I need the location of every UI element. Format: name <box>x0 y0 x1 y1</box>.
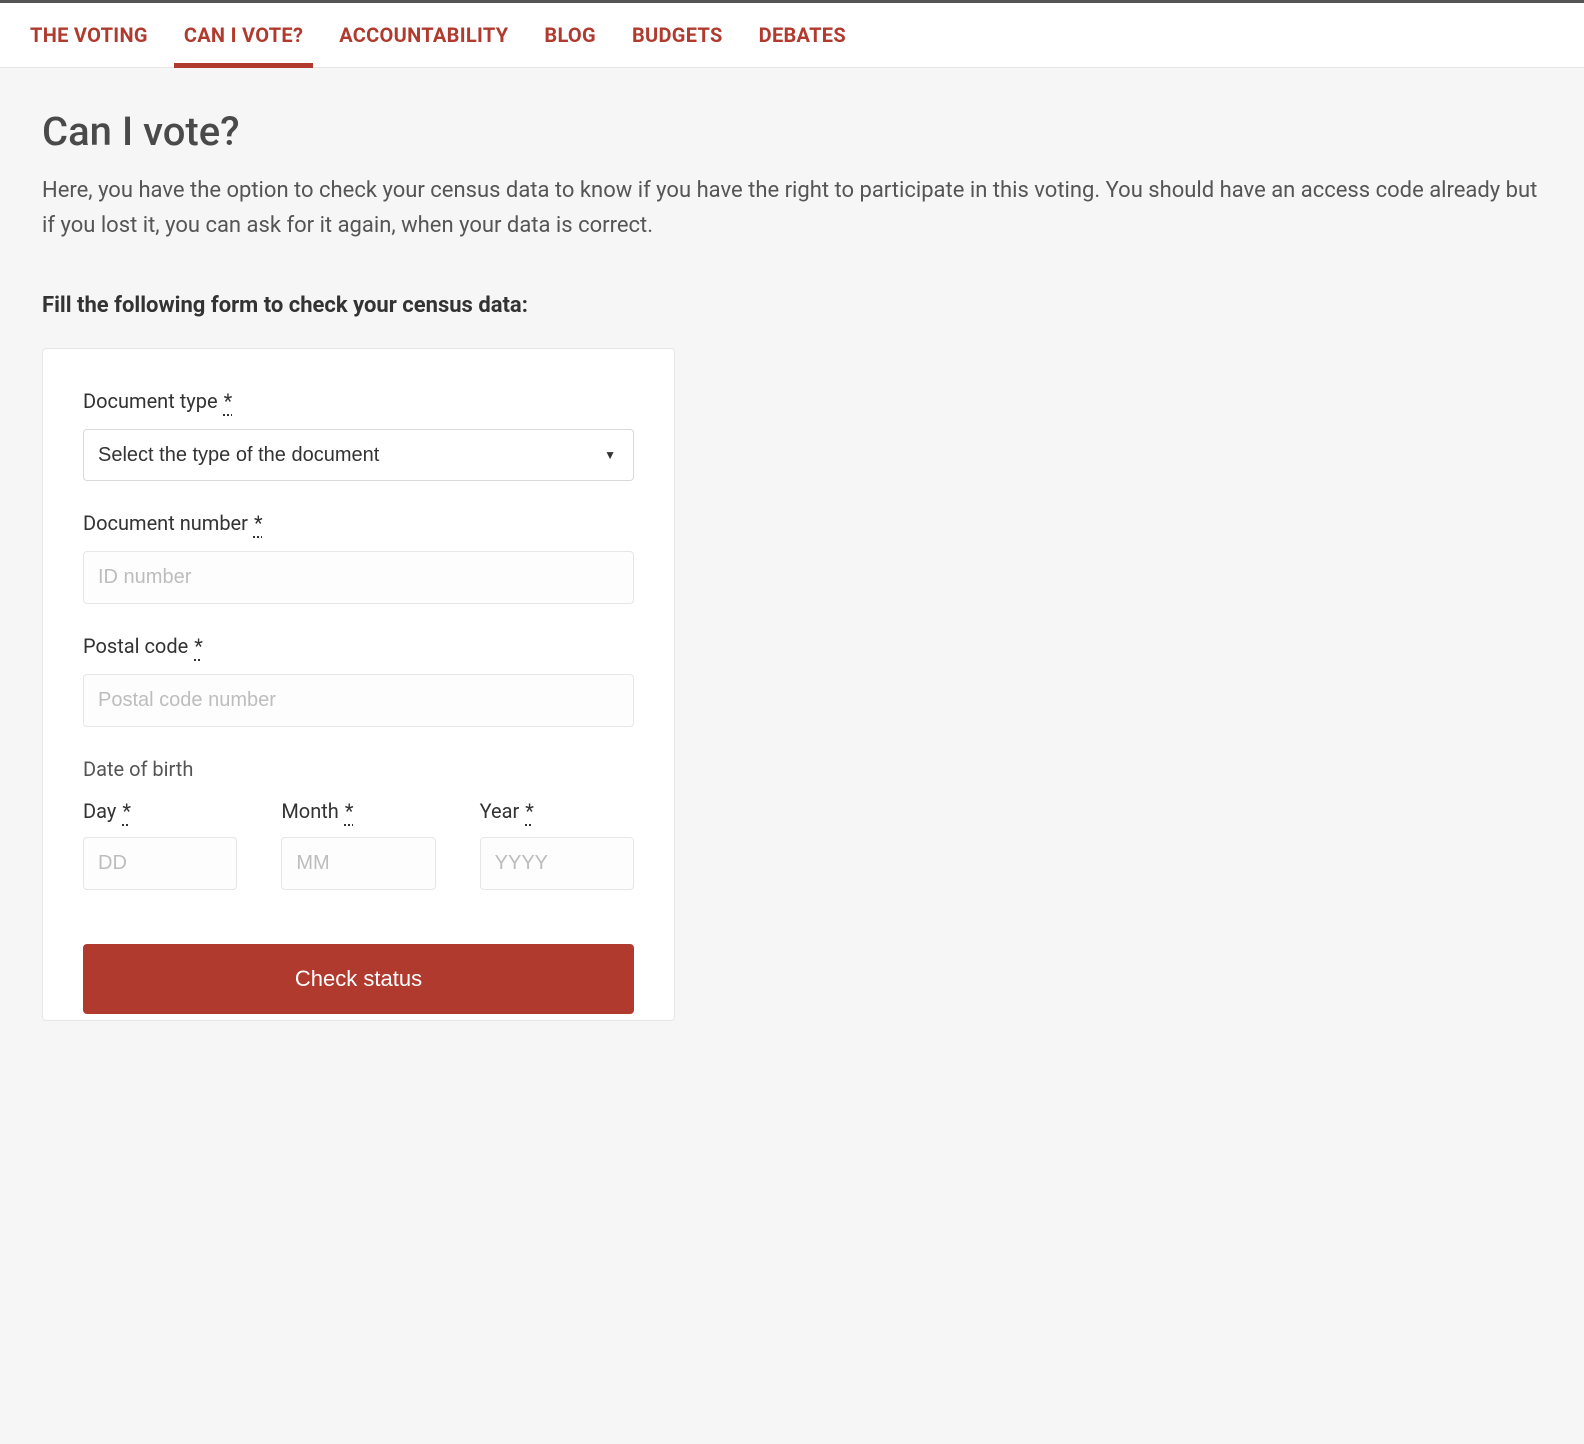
dob-month-label: Month* <box>281 799 435 823</box>
nav-can-i-vote[interactable]: CAN I VOTE? <box>184 3 303 67</box>
postal-code-input[interactable] <box>83 674 634 727</box>
check-status-button[interactable]: Check status <box>83 944 634 1014</box>
document-type-group: Document type* Select the type of the do… <box>83 389 634 481</box>
dob-year-input[interactable] <box>480 837 634 890</box>
document-number-input[interactable] <box>83 551 634 604</box>
document-number-label-text: Document number <box>83 511 248 535</box>
document-type-label-text: Document type <box>83 389 218 413</box>
postal-code-label: Postal code* <box>83 634 634 658</box>
nav-the-voting[interactable]: THE VOTING <box>30 3 148 67</box>
required-mark: * <box>116 799 131 823</box>
document-type-label: Document type* <box>83 389 634 413</box>
dob-month-label-text: Month <box>281 799 338 823</box>
main-nav: THE VOTING CAN I VOTE? ACCOUNTABILITY BL… <box>0 3 1584 68</box>
dob-month-field: Month* <box>281 799 435 890</box>
required-mark: * <box>519 799 534 823</box>
form-prompt: Fill the following form to check your ce… <box>42 293 1542 318</box>
document-number-label: Document number* <box>83 511 634 535</box>
nav-debates[interactable]: DEBATES <box>759 3 846 67</box>
census-form: Document type* Select the type of the do… <box>42 348 675 1021</box>
required-mark: * <box>339 799 354 823</box>
dob-row: Day* Month* Year* <box>83 799 634 890</box>
dob-title: Date of birth <box>83 757 634 781</box>
nav-accountability[interactable]: ACCOUNTABILITY <box>339 3 508 67</box>
dob-day-label: Day* <box>83 799 237 823</box>
page-title: Can I vote? <box>42 108 1542 155</box>
dob-day-field: Day* <box>83 799 237 890</box>
content-area: Can I vote? Here, you have the option to… <box>0 68 1584 1081</box>
nav-blog[interactable]: BLOG <box>544 3 596 67</box>
required-mark: * <box>218 389 233 413</box>
dob-year-field: Year* <box>480 799 634 890</box>
postal-code-group: Postal code* <box>83 634 634 727</box>
nav-budgets[interactable]: BUDGETS <box>632 3 723 67</box>
dob-year-label: Year* <box>480 799 634 823</box>
document-number-group: Document number* <box>83 511 634 604</box>
dob-group: Date of birth Day* Month* Year* <box>83 757 634 890</box>
dob-year-label-text: Year <box>480 799 520 823</box>
document-type-select[interactable]: Select the type of the document <box>83 429 634 481</box>
dob-day-label-text: Day <box>83 799 116 823</box>
dob-day-input[interactable] <box>83 837 237 890</box>
required-mark: * <box>188 634 203 658</box>
postal-code-label-text: Postal code <box>83 634 188 658</box>
dob-month-input[interactable] <box>281 837 435 890</box>
document-type-select-wrapper: Select the type of the document ▼ <box>83 429 634 481</box>
required-mark: * <box>248 511 263 535</box>
intro-text: Here, you have the option to check your … <box>42 173 1542 243</box>
